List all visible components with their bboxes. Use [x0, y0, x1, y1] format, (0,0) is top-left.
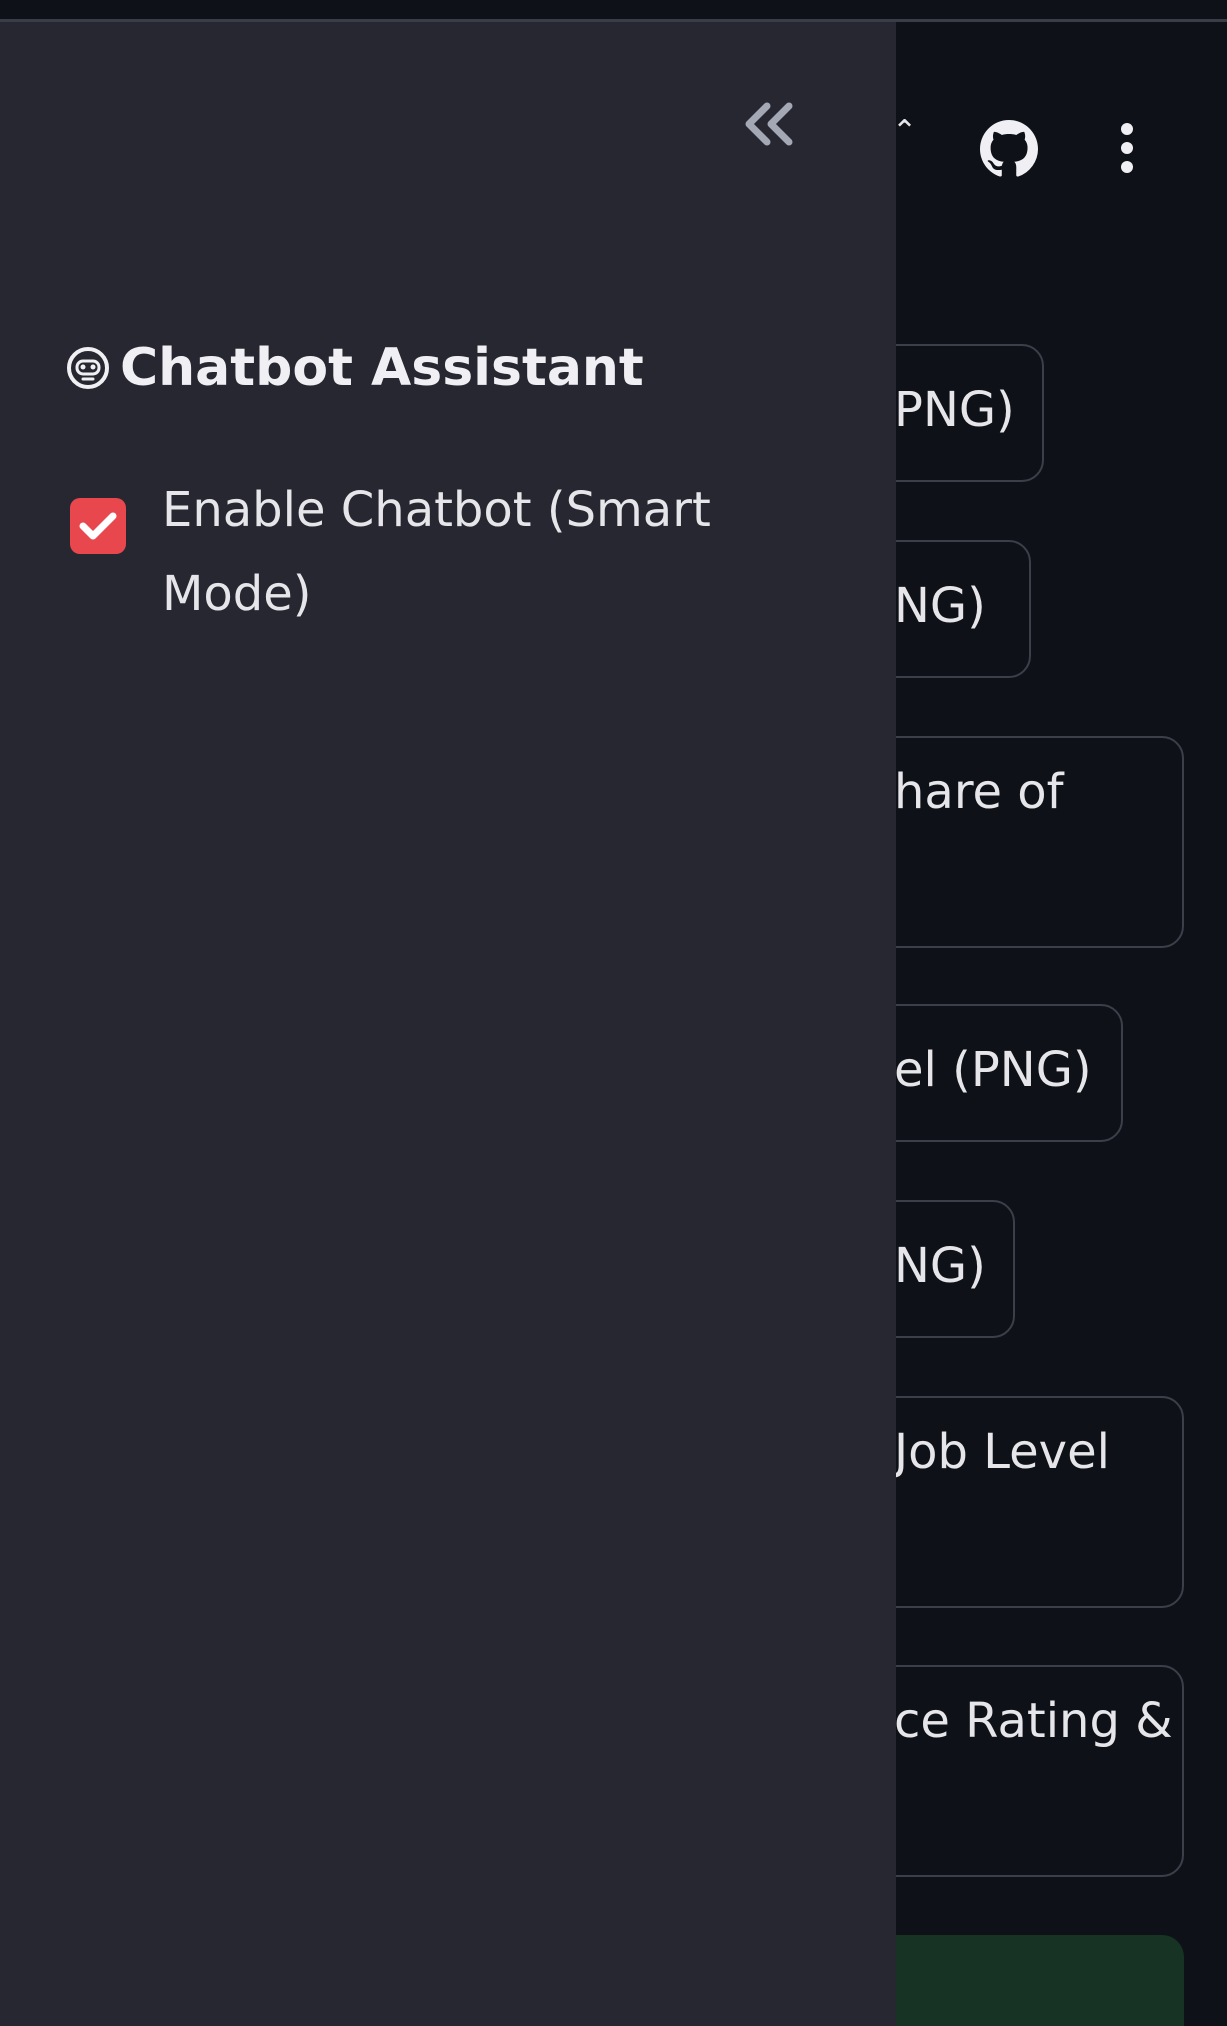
sidebar-title: Chatbot Assistant: [66, 328, 644, 408]
checkmark-icon: [79, 512, 117, 540]
success-text: es now: [892, 2013, 1061, 2026]
enable-chatbot-checkbox[interactable]: [70, 498, 126, 554]
download-button-label: hare of: [894, 764, 1064, 820]
download-button-label: NG): [894, 1238, 986, 1294]
download-button-label: Job Level: [894, 1424, 1110, 1480]
download-button-label: el (PNG): [894, 1042, 1092, 1098]
double-chevron-left-icon: [745, 102, 793, 146]
enable-chatbot-label: Enable Chatbot (Smart Mode): [162, 482, 711, 622]
download-button-label: ce Rating &: [894, 1693, 1173, 1749]
sidebar: Chatbot Assistant Enable Chatbot (Smart …: [0, 22, 896, 2026]
browser-top-bar: [0, 0, 1227, 22]
kebab-menu-icon[interactable]: [1112, 122, 1142, 174]
sidebar-title-text: Chatbot Assistant: [120, 338, 644, 398]
collapse-sidebar-button[interactable]: [738, 98, 798, 150]
download-button-label: NG): [894, 578, 986, 634]
download-button-label: PNG): [894, 382, 1015, 438]
github-icon[interactable]: [980, 120, 1038, 178]
robot-face-icon: [67, 347, 109, 389]
enable-chatbot-checkbox-row[interactable]: Enable Chatbot (Smart Mode): [70, 468, 830, 636]
